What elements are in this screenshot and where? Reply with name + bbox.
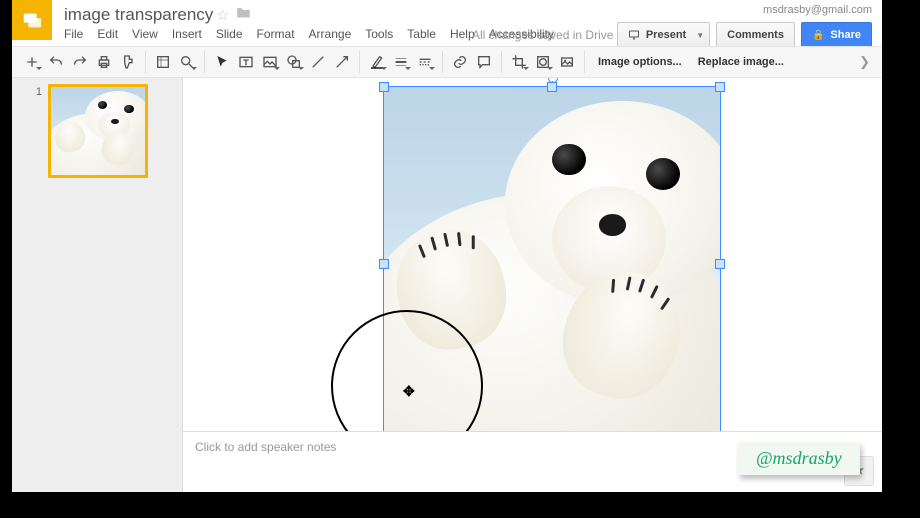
reset-image-button[interactable]	[555, 50, 579, 74]
present-button[interactable]: Present ▼	[617, 22, 710, 48]
resize-handle-tl[interactable]	[379, 82, 389, 92]
comments-label: Comments	[727, 29, 784, 41]
resize-handle-tm[interactable]	[547, 82, 557, 92]
comments-button[interactable]: Comments	[716, 22, 795, 48]
image-options-button[interactable]: Image options...	[590, 50, 690, 74]
mask-button[interactable]	[531, 50, 555, 74]
author-badge: @msdrasby	[738, 442, 860, 475]
line-tool[interactable]	[306, 50, 330, 74]
lock-icon: 🔒	[812, 30, 824, 41]
crop-button[interactable]	[507, 50, 531, 74]
toolbar-collapse-icon[interactable]: ❯	[859, 54, 870, 70]
undo-button[interactable]	[44, 50, 68, 74]
folder-icon[interactable]	[236, 6, 251, 22]
textbox-tool[interactable]	[234, 50, 258, 74]
caret-down-icon: ▼	[696, 31, 704, 40]
share-label: Share	[830, 29, 861, 41]
slide-panel: 1	[12, 78, 183, 492]
resize-handle-rm[interactable]	[715, 259, 725, 269]
resize-handle-lm[interactable]	[379, 259, 389, 269]
menu-table[interactable]: Table	[407, 27, 436, 41]
comment-button[interactable]	[472, 50, 496, 74]
menu-slide[interactable]: Slide	[216, 27, 243, 41]
link-button[interactable]	[448, 50, 472, 74]
share-button[interactable]: 🔒 Share	[801, 22, 872, 48]
slide-number: 1	[12, 84, 48, 178]
menu-tools[interactable]: Tools	[365, 27, 393, 41]
print-button[interactable]	[92, 50, 116, 74]
current-slide[interactable]: ✥	[183, 78, 882, 449]
replace-image-button[interactable]: Replace image...	[690, 50, 792, 74]
select-tool[interactable]	[210, 50, 234, 74]
paint-format-button[interactable]	[116, 50, 140, 74]
new-slide-button[interactable]	[20, 50, 44, 74]
present-label: Present	[646, 29, 686, 41]
menu-help[interactable]: Help	[450, 27, 475, 41]
app-logo[interactable]	[12, 0, 52, 40]
slide-thumbnail-1[interactable]	[48, 84, 148, 178]
shape-tool[interactable]	[282, 50, 306, 74]
doc-title[interactable]: image transparency	[64, 5, 213, 25]
menu-edit[interactable]: Edit	[97, 27, 118, 41]
arrow-tool[interactable]	[330, 50, 354, 74]
menu-format[interactable]: Format	[257, 27, 295, 41]
resize-handle-tr[interactable]	[715, 82, 725, 92]
image-tool[interactable]	[258, 50, 282, 74]
account-email[interactable]: msdrasby@gmail.com	[763, 4, 872, 16]
menu-insert[interactable]: Insert	[172, 27, 202, 41]
menu-view[interactable]: View	[132, 27, 158, 41]
redo-button[interactable]	[68, 50, 92, 74]
slide-canvas[interactable]: ✥ Click to add speaker notes	[183, 78, 882, 492]
menu-arrange[interactable]: Arrange	[309, 27, 352, 41]
seal-image	[384, 87, 720, 441]
border-color-button[interactable]	[365, 50, 389, 74]
zoom-button[interactable]	[175, 50, 199, 74]
speaker-notes-placeholder: Click to add speaker notes	[195, 440, 336, 454]
save-status: All changes saved in Drive	[472, 28, 613, 42]
toolbar: Image options... Replace image... ❯	[12, 46, 882, 78]
menu-file[interactable]: File	[64, 27, 83, 41]
selected-image[interactable]	[383, 86, 721, 442]
zoom-to-fit-button[interactable]	[151, 50, 175, 74]
border-dash-button[interactable]	[413, 50, 437, 74]
border-weight-button[interactable]	[389, 50, 413, 74]
star-icon[interactable]: ☆	[216, 6, 229, 24]
